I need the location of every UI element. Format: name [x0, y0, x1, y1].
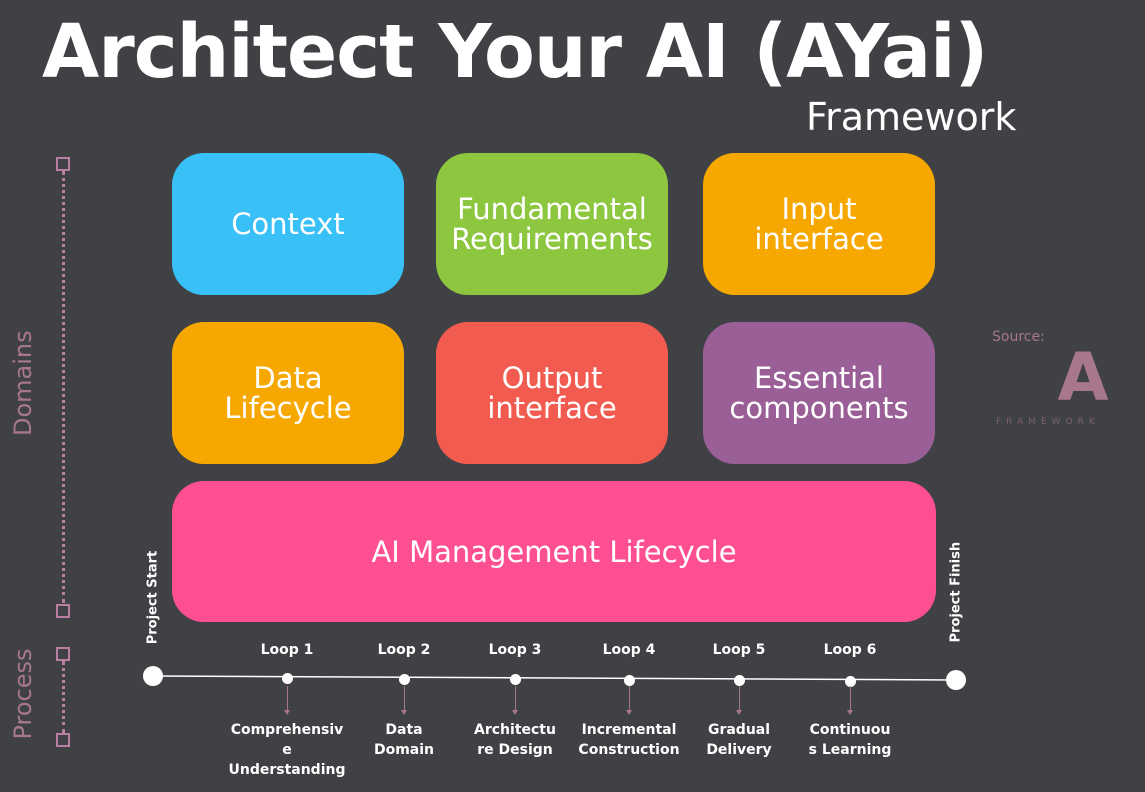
timeline-start-node: [143, 666, 163, 686]
loop-label: Loop 3: [488, 642, 542, 658]
loop-stage-line: s Learning: [808, 742, 892, 758]
loop-stage-line: Domain: [373, 742, 435, 758]
loop-node: [399, 673, 410, 685]
loop-stage-line: Architectu: [474, 722, 556, 738]
loop-stage-line: e: [282, 742, 292, 758]
timeline-line: [152, 675, 957, 681]
loop-arrow-icon: [847, 686, 853, 715]
loop-stage-line: Understanding: [228, 762, 346, 778]
loop-stage-label: Data Domain: [340, 720, 468, 760]
loop-stage-label: Incremental Construction: [565, 720, 693, 760]
logo-letter: A: [1057, 339, 1109, 416]
loop-label: Loop 6: [823, 642, 877, 658]
loop-stage-line: re Design: [477, 742, 553, 758]
loop-stage-label: Architectu re Design: [451, 720, 579, 760]
loop-stage-line: Delivery: [706, 742, 772, 758]
loop-label: Loop 2: [377, 642, 431, 658]
loop-stage-label: Comprehensiv e Understanding: [223, 720, 351, 780]
loop-label: Loop 5: [712, 642, 766, 658]
loop-arrow-icon: [284, 686, 290, 715]
loop-label: Loop 4: [602, 642, 656, 658]
loop-stage-line: Construction: [578, 742, 680, 758]
logo-wordmark: FRAMEWORK: [996, 417, 1100, 427]
loop-stage-line: Data: [385, 722, 423, 738]
loop-arrow-icon: [736, 686, 742, 715]
loop-node: [282, 673, 293, 684]
loop-stage-line: Continuou: [809, 722, 891, 738]
timeline: [143, 666, 966, 690]
loop-label: Loop 1: [260, 642, 314, 658]
loop-stage-line: Comprehensiv: [230, 722, 344, 738]
loop-stage-label: Gradual Delivery: [675, 720, 803, 760]
loop-arrow-icon: [626, 686, 632, 715]
loop-stage-line: Gradual: [707, 722, 771, 738]
timeline-end-node: [946, 670, 966, 690]
loop-node: [845, 675, 856, 687]
loop-arrow-icon: [512, 686, 518, 715]
loop-node: [734, 675, 745, 686]
loop-arrow-icon: [401, 686, 407, 715]
source-label: Source:: [992, 329, 1045, 345]
loop-node: [624, 674, 635, 686]
loop-stage-line: Incremental: [581, 722, 677, 738]
loop-node: [510, 674, 521, 685]
framework-logo-icon: A: [1048, 345, 1118, 411]
loop-stage-label: Continuou s Learning: [786, 720, 914, 760]
